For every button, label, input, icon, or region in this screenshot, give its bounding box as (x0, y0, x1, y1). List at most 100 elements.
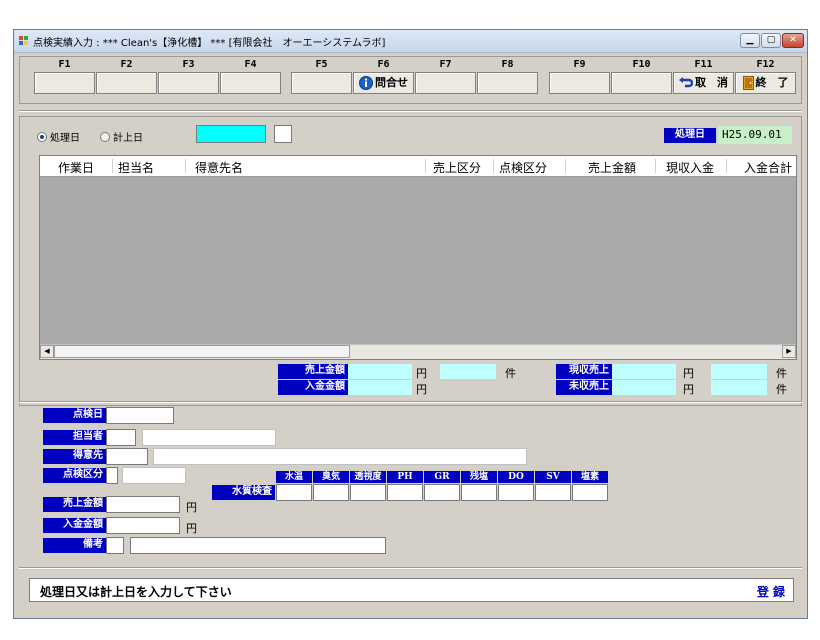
yen-unit: 円 (416, 383, 427, 396)
remarks-input[interactable] (130, 537, 386, 554)
inspection-type-code-input[interactable] (106, 467, 118, 484)
fkey-label: F7 (439, 59, 452, 70)
inspection-date-input[interactable] (106, 407, 174, 424)
results-grid[interactable]: 作業日 担当名 得意先名 売上区分 点検区分 売上金額 現収入金 入金合計 ◀ … (39, 155, 797, 360)
yen-unit: 円 (683, 383, 694, 396)
col-separator (425, 159, 426, 173)
wq-chlorine-input[interactable] (572, 484, 608, 501)
inquiry-button[interactable]: 問合せ (353, 72, 414, 94)
status-bar: 処理日又は計上日を入力して下さい 登 録 (29, 578, 794, 602)
close-button[interactable]: ✕ (782, 33, 804, 48)
f3-button[interactable] (158, 72, 219, 94)
wq-col-ph: PH (387, 471, 423, 483)
wq-residual-chlorine-input[interactable] (461, 484, 497, 501)
summary-uncollected-sales-label: 未収売上 (556, 380, 612, 395)
radio-posting-date[interactable]: 計上日 (100, 129, 143, 144)
wq-ph-input[interactable] (387, 484, 423, 501)
fkey-label: F8 (501, 59, 514, 70)
radio-processing-date[interactable]: 処理日 (37, 129, 80, 144)
date-input[interactable] (196, 125, 266, 143)
payment-amount-label: 入金金額 (43, 518, 106, 533)
cancel-label: 取 消 (695, 76, 728, 89)
divider (19, 401, 802, 403)
col-customer: 得意先名 (195, 161, 244, 175)
fkey-f12: F12 終 了 (735, 58, 796, 94)
maximize-icon: ▢ (766, 35, 776, 45)
staff-code-input[interactable] (106, 429, 136, 446)
scroll-left-icon[interactable]: ◀ (40, 345, 54, 358)
wq-col-chlorine: 塩素 (572, 471, 608, 483)
app-icon (19, 36, 28, 45)
wq-col-gr: GR (424, 471, 460, 483)
payment-amount-input[interactable] (106, 517, 180, 534)
main-window: 点検実績入力 : *** Clean's【浄化槽】 *** [有限会社 オーエー… (13, 29, 808, 619)
date-suffix-input[interactable] (274, 125, 292, 143)
f9-button[interactable] (549, 72, 610, 94)
window-title: 点検実績入力 : *** Clean's【浄化槽】 *** [有限会社 オーエー… (33, 38, 386, 49)
fkey-label: F5 (315, 59, 328, 70)
customer-code-input[interactable] (106, 448, 148, 465)
yen-unit: 円 (186, 501, 197, 514)
close-icon: ✕ (789, 35, 797, 45)
maximize-button[interactable]: ▢ (761, 33, 781, 48)
f4-button[interactable] (220, 72, 281, 94)
f1-button[interactable] (34, 72, 95, 94)
f10-button[interactable] (611, 72, 672, 94)
fkey-label: F3 (182, 59, 195, 70)
inquiry-label: 問合せ (375, 76, 408, 89)
grid-header: 作業日 担当名 得意先名 売上区分 点検区分 売上金額 現収入金 入金合計 (40, 156, 796, 177)
fkey-f3: F3 (158, 58, 219, 94)
count-unit: 件 (505, 367, 516, 380)
f7-button[interactable] (415, 72, 476, 94)
sales-amount-input[interactable] (106, 496, 180, 513)
divider (19, 110, 802, 112)
col-separator (655, 159, 656, 173)
col-separator (112, 159, 113, 173)
f5-button[interactable] (291, 72, 352, 94)
exit-label: 終 了 (755, 76, 789, 89)
register-button[interactable]: 登 録 (757, 583, 785, 600)
yen-unit: 円 (683, 367, 694, 380)
col-staff: 担当名 (118, 161, 155, 175)
summary-uncollected-sales-count (711, 380, 767, 395)
fkey-f11: F11 取 消 (673, 58, 734, 94)
exit-button[interactable]: 終 了 (735, 72, 796, 94)
wq-col-odor: 臭気 (313, 471, 349, 483)
f8-button[interactable] (477, 72, 538, 94)
fkey-label: F6 (377, 59, 390, 70)
summary-payment-amount-value (348, 380, 412, 395)
radio-selected-icon (37, 132, 47, 142)
wq-odor-input[interactable] (313, 484, 349, 501)
col-sales-amount: 売上金額 (588, 161, 637, 175)
scroll-right-icon[interactable]: ▶ (782, 345, 796, 358)
col-sales-type: 売上区分 (433, 161, 482, 175)
horizontal-scrollbar[interactable]: ◀ ▶ (40, 344, 796, 359)
scroll-thumb[interactable] (54, 345, 350, 358)
fkey-f9: F9 (549, 58, 610, 94)
wq-gr-input[interactable] (424, 484, 460, 501)
radio-processing-date-label: 処理日 (50, 133, 80, 144)
wq-sv-input[interactable] (535, 484, 571, 501)
info-icon (359, 76, 373, 90)
divider (19, 567, 802, 569)
exit-door-icon (742, 76, 754, 90)
f2-button[interactable] (96, 72, 157, 94)
summary-current-sales-count (711, 364, 767, 379)
title-bar[interactable]: 点検実績入力 : *** Clean's【浄化槽】 *** [有限会社 オーエー… (14, 30, 807, 53)
cancel-button[interactable]: 取 消 (673, 72, 734, 94)
col-work-date: 作業日 (58, 161, 95, 175)
wq-col-transparency: 透視度 (350, 471, 386, 483)
wq-transparency-input[interactable] (350, 484, 386, 501)
summary-current-sales-value (612, 364, 676, 379)
fkey-f7: F7 (415, 58, 476, 94)
sales-amount-label: 売上金額 (43, 497, 106, 512)
remarks-code-input[interactable] (106, 537, 124, 554)
wq-water-temp-input[interactable] (276, 484, 312, 501)
wq-do-input[interactable] (498, 484, 534, 501)
function-key-bar: F1 F2 F3 F4 F5 F6 問合せ F7 F8 F9 F10 F11 取… (19, 56, 802, 104)
fkey-f8: F8 (477, 58, 538, 94)
fkey-label: F4 (244, 59, 257, 70)
minimize-button[interactable]: ▁ (740, 33, 760, 48)
staff-name-field (142, 429, 276, 446)
col-current-payment: 現収入金 (666, 161, 715, 175)
